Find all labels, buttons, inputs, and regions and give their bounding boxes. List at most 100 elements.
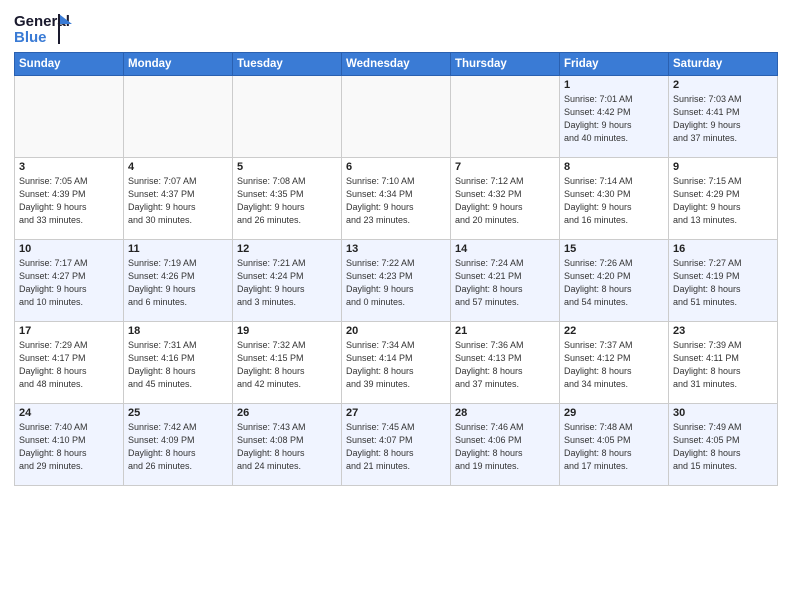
day-number: 3 (19, 161, 119, 173)
svg-text:Blue: Blue (14, 29, 47, 46)
calendar-cell: 20 Sunrise: 7:34 AM Sunset: 4:14 PM Dayli… (342, 322, 451, 404)
day-info: Sunrise: 7:31 AM Sunset: 4:16 PM Dayligh… (128, 339, 228, 391)
calendar-cell: 29 Sunrise: 7:48 AM Sunset: 4:05 PM Dayli… (560, 404, 669, 486)
page-header: GeneralBlue (14, 10, 778, 46)
day-number: 16 (673, 243, 773, 255)
day-info: Sunrise: 7:08 AM Sunset: 4:35 PM Dayligh… (237, 175, 337, 227)
calendar-cell: 3 Sunrise: 7:05 AM Sunset: 4:39 PM Daylig… (15, 158, 124, 240)
day-info: Sunrise: 7:46 AM Sunset: 4:06 PM Dayligh… (455, 421, 555, 473)
calendar-cell: 2 Sunrise: 7:03 AM Sunset: 4:41 PM Daylig… (669, 76, 778, 158)
calendar-cell (15, 76, 124, 158)
day-info: Sunrise: 7:12 AM Sunset: 4:32 PM Dayligh… (455, 175, 555, 227)
day-number: 19 (237, 325, 337, 337)
day-number: 6 (346, 161, 446, 173)
calendar-cell: 19 Sunrise: 7:32 AM Sunset: 4:15 PM Dayli… (233, 322, 342, 404)
day-number: 23 (673, 325, 773, 337)
day-info: Sunrise: 7:48 AM Sunset: 4:05 PM Dayligh… (564, 421, 664, 473)
day-info: Sunrise: 7:24 AM Sunset: 4:21 PM Dayligh… (455, 257, 555, 309)
calendar-cell: 21 Sunrise: 7:36 AM Sunset: 4:13 PM Dayli… (451, 322, 560, 404)
calendar-cell: 4 Sunrise: 7:07 AM Sunset: 4:37 PM Daylig… (124, 158, 233, 240)
day-number: 7 (455, 161, 555, 173)
logo: GeneralBlue (14, 10, 74, 46)
calendar-cell: 22 Sunrise: 7:37 AM Sunset: 4:12 PM Dayli… (560, 322, 669, 404)
day-info: Sunrise: 7:22 AM Sunset: 4:23 PM Dayligh… (346, 257, 446, 309)
day-number: 21 (455, 325, 555, 337)
calendar-cell: 15 Sunrise: 7:26 AM Sunset: 4:20 PM Dayli… (560, 240, 669, 322)
calendar-week-row: 10Sunrise: 7:17 AM Sunset: 4:27 PM Dayli… (15, 240, 778, 322)
calendar-cell: 13 Sunrise: 7:22 AM Sunset: 4:23 PM Dayli… (342, 240, 451, 322)
calendar-week-row: 3 Sunrise: 7:05 AM Sunset: 4:39 PM Daylig… (15, 158, 778, 240)
calendar-cell: 25 Sunrise: 7:42 AM Sunset: 4:09 PM Dayli… (124, 404, 233, 486)
day-number: 30 (673, 407, 773, 419)
day-info: Sunrise: 7:05 AM Sunset: 4:39 PM Dayligh… (19, 175, 119, 227)
day-header-tuesday: Tuesday (233, 53, 342, 76)
day-number: 13 (346, 243, 446, 255)
calendar-cell: 7 Sunrise: 7:12 AM Sunset: 4:32 PM Daylig… (451, 158, 560, 240)
calendar-cell: 18 Sunrise: 7:31 AM Sunset: 4:16 PM Dayli… (124, 322, 233, 404)
calendar-cell: 24Sunrise: 7:40 AM Sunset: 4:10 PM Dayli… (15, 404, 124, 486)
day-info: Sunrise: 7:29 AM Sunset: 4:17 PM Dayligh… (19, 339, 119, 391)
day-info: Sunrise: 7:43 AM Sunset: 4:08 PM Dayligh… (237, 421, 337, 473)
day-header-saturday: Saturday (669, 53, 778, 76)
calendar-header-row: SundayMondayTuesdayWednesdayThursdayFrid… (15, 53, 778, 76)
day-info: Sunrise: 7:21 AM Sunset: 4:24 PM Dayligh… (237, 257, 337, 309)
day-number: 29 (564, 407, 664, 419)
day-info: Sunrise: 7:45 AM Sunset: 4:07 PM Dayligh… (346, 421, 446, 473)
calendar-cell: 6Sunrise: 7:10 AM Sunset: 4:34 PM Daylig… (342, 158, 451, 240)
day-info: Sunrise: 7:42 AM Sunset: 4:09 PM Dayligh… (128, 421, 228, 473)
day-number: 12 (237, 243, 337, 255)
day-header-sunday: Sunday (15, 53, 124, 76)
day-info: Sunrise: 7:26 AM Sunset: 4:20 PM Dayligh… (564, 257, 664, 309)
day-info: Sunrise: 7:01 AM Sunset: 4:42 PM Dayligh… (564, 93, 664, 145)
day-info: Sunrise: 7:36 AM Sunset: 4:13 PM Dayligh… (455, 339, 555, 391)
calendar-cell: 14 Sunrise: 7:24 AM Sunset: 4:21 PM Dayli… (451, 240, 560, 322)
day-number: 27 (346, 407, 446, 419)
calendar-cell (124, 76, 233, 158)
calendar-cell (342, 76, 451, 158)
calendar-week-row: 24Sunrise: 7:40 AM Sunset: 4:10 PM Dayli… (15, 404, 778, 486)
day-number: 20 (346, 325, 446, 337)
calendar-cell: 27 Sunrise: 7:45 AM Sunset: 4:07 PM Dayli… (342, 404, 451, 486)
day-info: Sunrise: 7:19 AM Sunset: 4:26 PM Dayligh… (128, 257, 228, 309)
day-info: Sunrise: 7:49 AM Sunset: 4:05 PM Dayligh… (673, 421, 773, 473)
calendar-cell: 1 Sunrise: 7:01 AM Sunset: 4:42 PM Daylig… (560, 76, 669, 158)
day-info: Sunrise: 7:32 AM Sunset: 4:15 PM Dayligh… (237, 339, 337, 391)
day-number: 9 (673, 161, 773, 173)
day-number: 25 (128, 407, 228, 419)
day-info: Sunrise: 7:37 AM Sunset: 4:12 PM Dayligh… (564, 339, 664, 391)
calendar-cell: 28Sunrise: 7:46 AM Sunset: 4:06 PM Dayli… (451, 404, 560, 486)
day-number: 10 (19, 243, 119, 255)
day-info: Sunrise: 7:14 AM Sunset: 4:30 PM Dayligh… (564, 175, 664, 227)
calendar-cell: 5Sunrise: 7:08 AM Sunset: 4:35 PM Daylig… (233, 158, 342, 240)
day-header-wednesday: Wednesday (342, 53, 451, 76)
calendar-week-row: 1 Sunrise: 7:01 AM Sunset: 4:42 PM Daylig… (15, 76, 778, 158)
day-info: Sunrise: 7:39 AM Sunset: 4:11 PM Dayligh… (673, 339, 773, 391)
calendar-cell: 16 Sunrise: 7:27 AM Sunset: 4:19 PM Dayli… (669, 240, 778, 322)
calendar-cell: 11 Sunrise: 7:19 AM Sunset: 4:26 PM Dayli… (124, 240, 233, 322)
day-number: 1 (564, 79, 664, 91)
day-info: Sunrise: 7:15 AM Sunset: 4:29 PM Dayligh… (673, 175, 773, 227)
calendar-table: SundayMondayTuesdayWednesdayThursdayFrid… (14, 52, 778, 486)
calendar-cell: 9 Sunrise: 7:15 AM Sunset: 4:29 PM Daylig… (669, 158, 778, 240)
day-number: 4 (128, 161, 228, 173)
calendar-cell: 26 Sunrise: 7:43 AM Sunset: 4:08 PM Dayli… (233, 404, 342, 486)
calendar-cell: 23 Sunrise: 7:39 AM Sunset: 4:11 PM Dayli… (669, 322, 778, 404)
calendar-cell: 30 Sunrise: 7:49 AM Sunset: 4:05 PM Dayli… (669, 404, 778, 486)
day-info: Sunrise: 7:34 AM Sunset: 4:14 PM Dayligh… (346, 339, 446, 391)
day-header-friday: Friday (560, 53, 669, 76)
day-number: 22 (564, 325, 664, 337)
day-number: 18 (128, 325, 228, 337)
day-header-thursday: Thursday (451, 53, 560, 76)
day-number: 2 (673, 79, 773, 91)
day-number: 26 (237, 407, 337, 419)
day-info: Sunrise: 7:27 AM Sunset: 4:19 PM Dayligh… (673, 257, 773, 309)
calendar-week-row: 17Sunrise: 7:29 AM Sunset: 4:17 PM Dayli… (15, 322, 778, 404)
day-number: 15 (564, 243, 664, 255)
day-number: 14 (455, 243, 555, 255)
day-number: 8 (564, 161, 664, 173)
day-number: 24 (19, 407, 119, 419)
day-info: Sunrise: 7:03 AM Sunset: 4:41 PM Dayligh… (673, 93, 773, 145)
calendar-cell: 17Sunrise: 7:29 AM Sunset: 4:17 PM Dayli… (15, 322, 124, 404)
day-number: 11 (128, 243, 228, 255)
day-info: Sunrise: 7:07 AM Sunset: 4:37 PM Dayligh… (128, 175, 228, 227)
